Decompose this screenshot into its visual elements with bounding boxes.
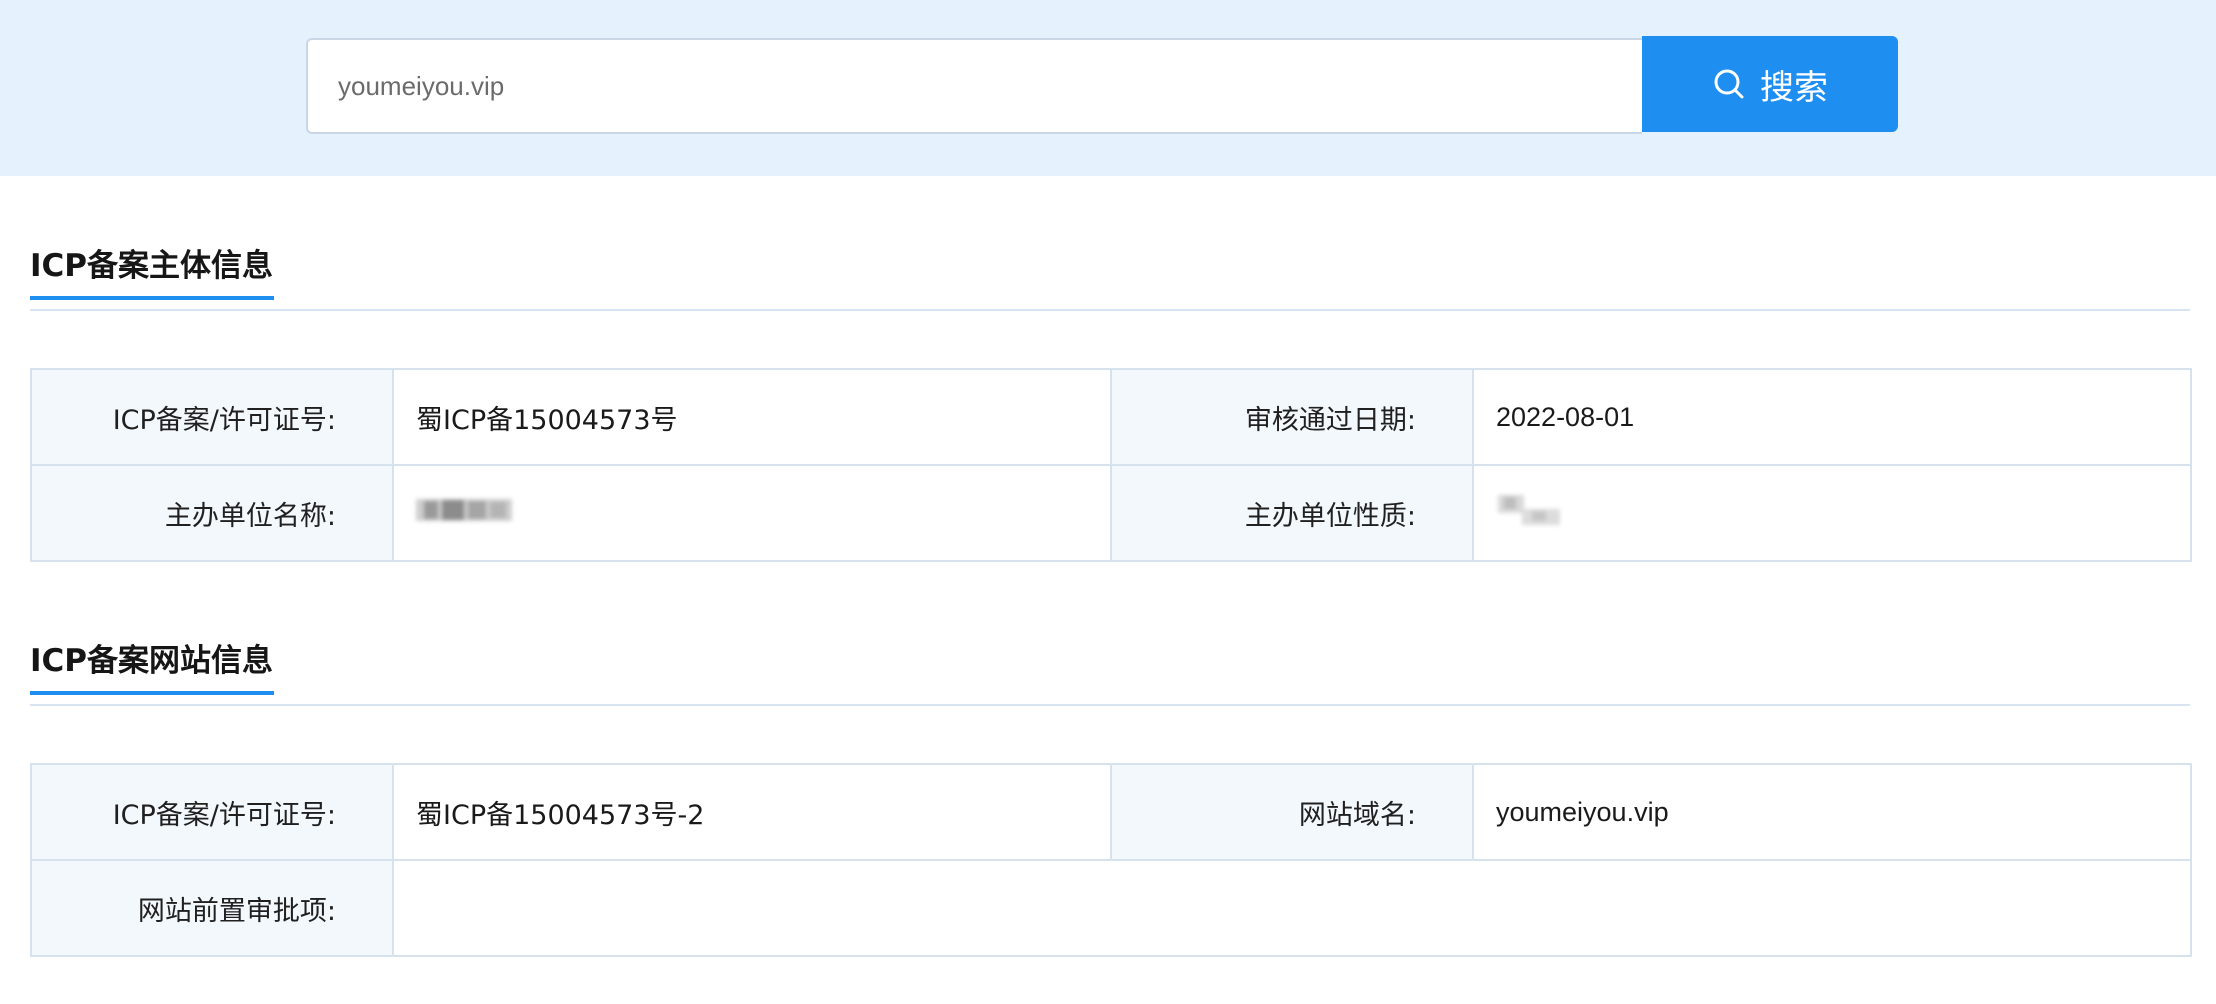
site-icp-license-label: ICP备案/许可证号: [30, 763, 394, 861]
icp-license-label: ICP备案/许可证号: [30, 368, 394, 466]
table-row: 主办单位名称: 主办单位性质: [30, 464, 2192, 562]
table-row: ICP备案/许可证号: 蜀ICP备15004573号-2 网站域名: youme… [30, 763, 2192, 861]
sponsor-type-value [1472, 464, 2192, 562]
subject-section-title: ICP备案主体信息 [30, 248, 274, 284]
section-divider [30, 704, 2190, 706]
site-domain-value: youmeiyou.vip [1472, 763, 2192, 861]
subject-info-table: ICP备案/许可证号: 蜀ICP备15004573号 审核通过日期: 2022-… [30, 368, 2192, 562]
icp-license-value: 蜀ICP备15004573号 [392, 368, 1112, 466]
table-row: 网站前置审批项: [30, 859, 2192, 957]
section-divider [30, 309, 2190, 311]
site-domain-label: 网站域名: [1110, 763, 1474, 861]
sponsor-type-label: 主办单位性质: [1110, 464, 1474, 562]
search-button[interactable]: 搜索 [1642, 36, 1898, 132]
redacted-value [1496, 493, 1562, 534]
sponsor-name-value [392, 464, 1112, 562]
section-title-underline [30, 296, 274, 300]
pre-approval-label: 网站前置审批项: [30, 859, 394, 957]
search-input[interactable] [306, 38, 1642, 134]
approval-date-value: 2022-08-01 [1472, 368, 2192, 466]
section-title-underline [30, 691, 274, 695]
search-icon [1712, 67, 1746, 101]
site-icp-license-value: 蜀ICP备15004573号-2 [392, 763, 1112, 861]
sponsor-name-label: 主办单位名称: [30, 464, 394, 562]
website-info-table: ICP备案/许可证号: 蜀ICP备15004573号-2 网站域名: youme… [30, 763, 2192, 957]
website-section-header: ICP备案网站信息 [30, 641, 2190, 711]
redacted-value [416, 497, 512, 530]
search-button-label: 搜索 [1760, 67, 1828, 108]
pre-approval-value [392, 859, 2192, 957]
approval-date-label: 审核通过日期: [1110, 368, 1474, 466]
table-row: ICP备案/许可证号: 蜀ICP备15004573号 审核通过日期: 2022-… [30, 368, 2192, 466]
subject-section-header: ICP备案主体信息 [30, 246, 2190, 316]
website-section-title: ICP备案网站信息 [30, 643, 274, 679]
